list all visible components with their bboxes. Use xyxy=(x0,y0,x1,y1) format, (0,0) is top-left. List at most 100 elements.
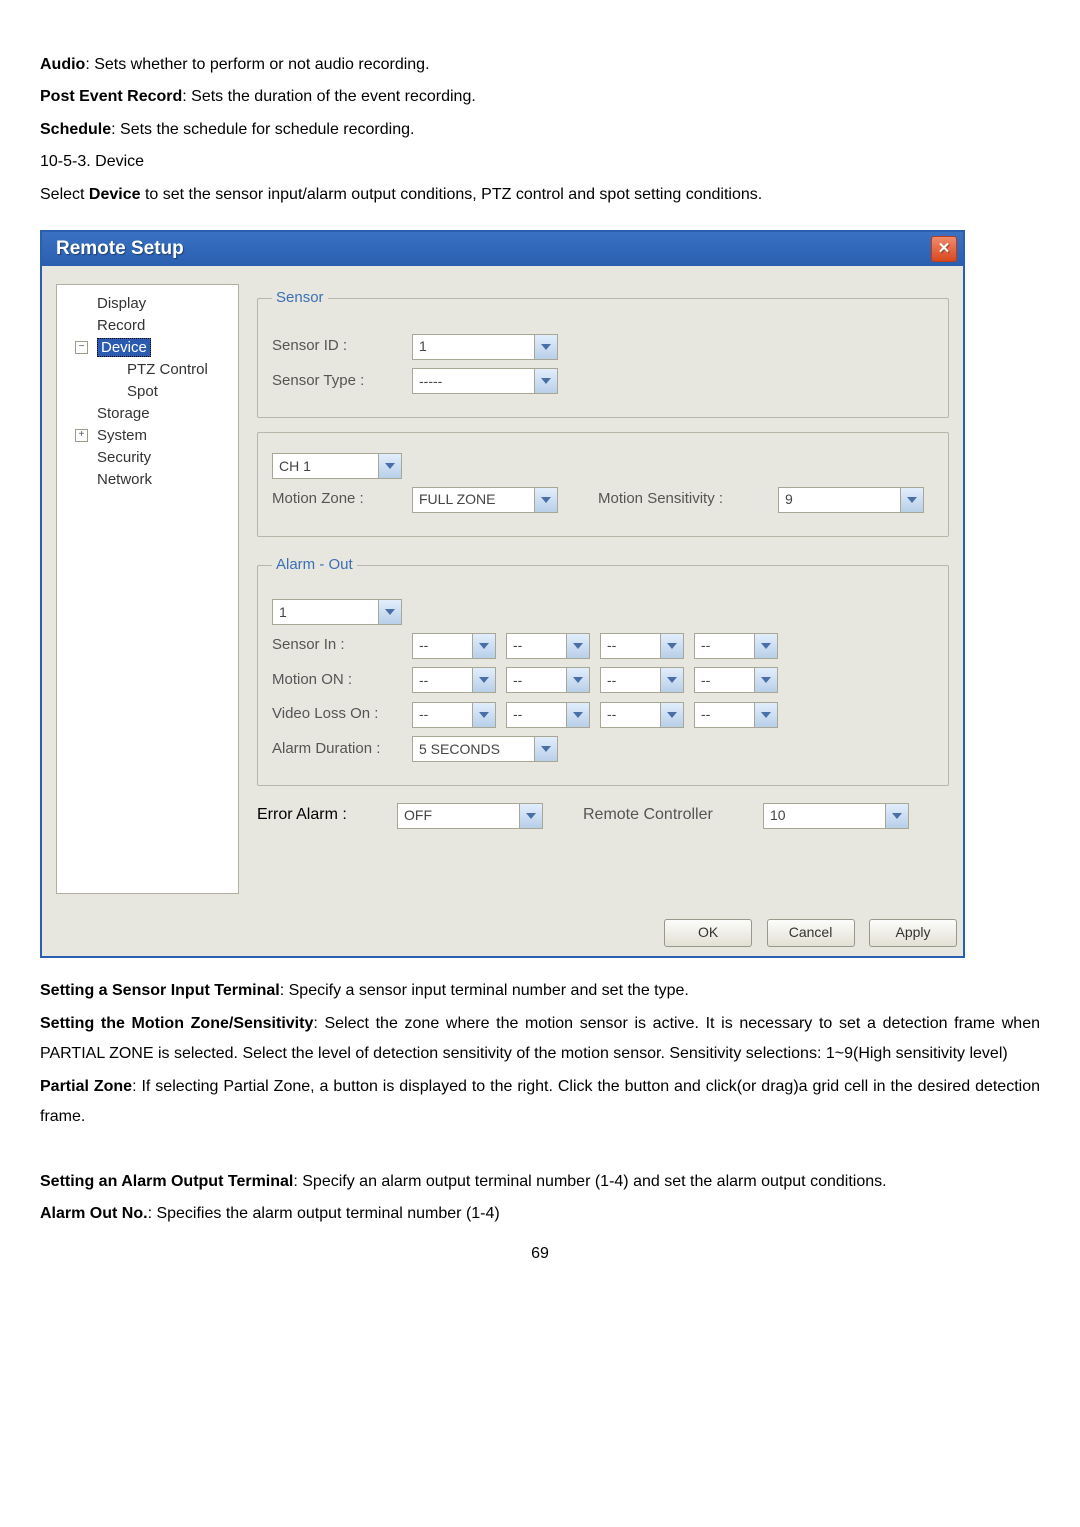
apply-button[interactable]: Apply xyxy=(869,919,957,947)
tree-item-label: Network xyxy=(97,471,152,488)
chevron-down-icon xyxy=(885,804,908,828)
legend-alarm-out: Alarm - Out xyxy=(272,551,357,580)
label-video-loss-on: Video Loss On : xyxy=(272,700,412,729)
nav-tree: DisplayRecord−DevicePTZ ControlSpotStora… xyxy=(56,284,239,894)
chevron-down-icon xyxy=(660,634,683,658)
chevron-down-icon xyxy=(534,488,557,512)
expand-icon[interactable]: + xyxy=(75,429,88,442)
select-sensor-in-2[interactable]: -- xyxy=(506,633,590,659)
after-partial-zone: Partial Zone: If selecting Partial Zone,… xyxy=(40,1072,1040,1133)
chevron-down-icon xyxy=(660,668,683,692)
select-video-loss-2[interactable]: -- xyxy=(506,702,590,728)
cancel-button[interactable]: Cancel xyxy=(767,919,855,947)
close-icon: ✕ xyxy=(938,235,951,264)
label-remote-controller: Remote Controller xyxy=(583,800,763,830)
label-sensor-id: Sensor ID : xyxy=(272,332,412,361)
tree-item-label: Spot xyxy=(127,383,158,400)
select-video-loss-4[interactable]: -- xyxy=(694,702,778,728)
titlebar: Remote Setup ✕ xyxy=(42,232,963,266)
section-heading: 10-5-3. Device xyxy=(40,147,1040,177)
tree-item-label: System xyxy=(97,427,147,444)
group-alarm-out: Alarm - Out 1 Sensor In : -- -- -- -- Mo… xyxy=(257,551,949,787)
chevron-down-icon xyxy=(472,634,495,658)
after-alarm-output: Setting an Alarm Output Terminal: Specif… xyxy=(40,1167,1040,1197)
chevron-down-icon xyxy=(378,600,401,624)
chevron-down-icon xyxy=(472,668,495,692)
group-motion: CH 1 Motion Zone : FULL ZONE Motion Sens… xyxy=(257,432,949,537)
tree-item-display[interactable]: Display xyxy=(67,293,232,315)
select-alarm-duration[interactable]: 5 SECONDS xyxy=(412,736,558,762)
select-motion-zone[interactable]: FULL ZONE xyxy=(412,487,558,513)
collapse-icon[interactable]: − xyxy=(75,341,88,354)
tree-item-label: Display xyxy=(97,295,146,312)
label-motion-on: Motion ON : xyxy=(272,666,412,695)
close-button[interactable]: ✕ xyxy=(931,236,957,262)
page-number: 69 xyxy=(40,1239,1040,1269)
chevron-down-icon xyxy=(534,335,557,359)
intro-per: Post Event Record: Sets the duration of … xyxy=(40,82,1040,112)
label-error-alarm: Error Alarm : xyxy=(257,800,397,830)
tree-item-record[interactable]: Record xyxy=(67,315,232,337)
select-motion-on-4[interactable]: -- xyxy=(694,667,778,693)
chevron-down-icon xyxy=(660,703,683,727)
tree-item-label: PTZ Control xyxy=(127,361,208,378)
chevron-down-icon xyxy=(378,454,401,478)
tree-item-spot[interactable]: Spot xyxy=(67,381,232,403)
chevron-down-icon xyxy=(900,488,923,512)
label-alarm-duration: Alarm Duration : xyxy=(272,735,412,764)
label-audio: Audio xyxy=(40,56,85,73)
select-line: Select Device to set the sensor input/al… xyxy=(40,180,1040,210)
select-sensor-in-4[interactable]: -- xyxy=(694,633,778,659)
after-alarm-out-no: Alarm Out No.: Specifies the alarm outpu… xyxy=(40,1199,1040,1229)
tree-item-label: Security xyxy=(97,449,151,466)
select-sensor-in-3[interactable]: -- xyxy=(600,633,684,659)
tree-item-label: Storage xyxy=(97,405,150,422)
select-motion-on-3[interactable]: -- xyxy=(600,667,684,693)
after-motion-zone: Setting the Motion Zone/Sensitivity: Sel… xyxy=(40,1009,1040,1070)
ok-button[interactable]: OK xyxy=(664,919,752,947)
select-motion-on-1[interactable]: -- xyxy=(412,667,496,693)
dialog-button-row: OK Cancel Apply xyxy=(42,908,963,956)
chevron-down-icon xyxy=(754,634,777,658)
tree-item-label: Record xyxy=(97,317,145,334)
select-sensor-in-1[interactable]: -- xyxy=(412,633,496,659)
chevron-down-icon xyxy=(566,634,589,658)
chevron-down-icon xyxy=(566,703,589,727)
label-sensor-type: Sensor Type : xyxy=(272,367,412,396)
chevron-down-icon xyxy=(534,369,557,393)
window-title: Remote Setup xyxy=(56,231,184,267)
select-error-alarm[interactable]: OFF xyxy=(397,803,543,829)
remote-setup-window: Remote Setup ✕ DisplayRecord−DevicePTZ C… xyxy=(40,230,965,958)
tree-item-storage[interactable]: Storage xyxy=(67,403,232,425)
intro-audio: Audio: Sets whether to perform or not au… xyxy=(40,50,1040,80)
chevron-down-icon xyxy=(519,804,542,828)
select-motion-sensitivity[interactable]: 9 xyxy=(778,487,924,513)
chevron-down-icon xyxy=(754,703,777,727)
tree-item-ptz-control[interactable]: PTZ Control xyxy=(67,359,232,381)
select-sensor-id[interactable]: 1 xyxy=(412,334,558,360)
select-sensor-type[interactable]: ----- xyxy=(412,368,558,394)
select-motion-on-2[interactable]: -- xyxy=(506,667,590,693)
label-motion-zone: Motion Zone : xyxy=(272,485,412,514)
tree-item-network[interactable]: Network xyxy=(67,469,232,491)
tree-item-label: Device xyxy=(97,338,151,357)
tree-item-security[interactable]: Security xyxy=(67,447,232,469)
chevron-down-icon xyxy=(472,703,495,727)
label-sensor-in: Sensor In : xyxy=(272,631,412,660)
select-video-loss-1[interactable]: -- xyxy=(412,702,496,728)
spacer-blank xyxy=(40,1134,1040,1164)
chevron-down-icon xyxy=(754,668,777,692)
chevron-down-icon xyxy=(534,737,557,761)
legend-sensor: Sensor xyxy=(272,284,328,313)
tree-item-device[interactable]: −Device xyxy=(67,337,232,359)
intro-schedule: Schedule: Sets the schedule for schedule… xyxy=(40,115,1040,145)
after-sensor-input: Setting a Sensor Input Terminal: Specify… xyxy=(40,976,1040,1006)
group-sensor: Sensor Sensor ID : 1 Sensor Type : ----- xyxy=(257,284,949,419)
select-remote-controller[interactable]: 10 xyxy=(763,803,909,829)
select-channel[interactable]: CH 1 xyxy=(272,453,402,479)
select-alarm-out-number[interactable]: 1 xyxy=(272,599,402,625)
tree-item-system[interactable]: + System xyxy=(67,425,232,447)
chevron-down-icon xyxy=(566,668,589,692)
select-video-loss-3[interactable]: -- xyxy=(600,702,684,728)
label-motion-sensitivity: Motion Sensitivity : xyxy=(598,485,778,514)
